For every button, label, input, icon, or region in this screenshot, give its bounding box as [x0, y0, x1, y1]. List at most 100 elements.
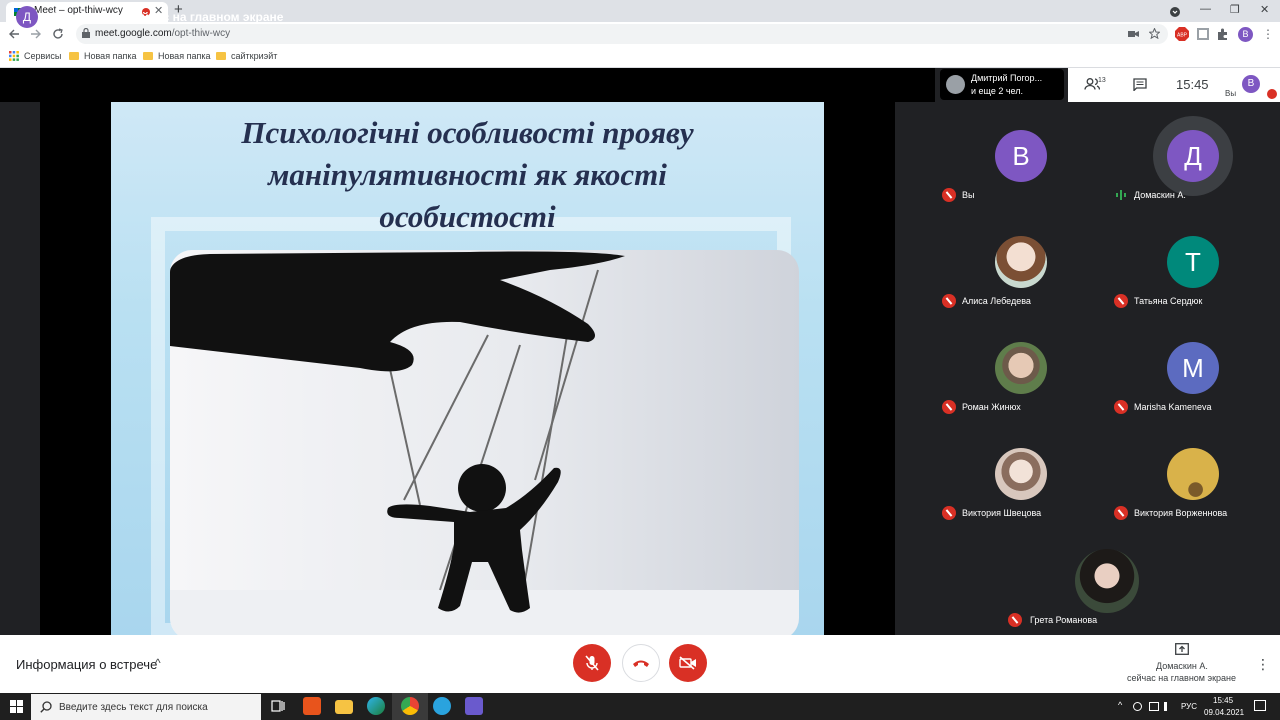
viber-app-icon[interactable] [465, 697, 483, 715]
participant-photo [1167, 448, 1219, 500]
participant-avatar: M [1167, 342, 1219, 394]
meeting-details-button[interactable]: Информация о встрече [16, 657, 157, 672]
input-language[interactable]: РУС [1181, 702, 1197, 711]
bookmark-folder-2[interactable]: Новая папка [143, 51, 210, 61]
tab-search-icon[interactable] [1170, 7, 1180, 17]
slide-title: Психологічні особливості прояву маніпуля… [111, 112, 824, 238]
profile-avatar[interactable]: В [1238, 27, 1253, 42]
participant-name: Грета Романова [1030, 615, 1098, 625]
mic-off-icon [1008, 613, 1022, 627]
browser-menu-icon[interactable]: ⋮ [1262, 27, 1274, 41]
mic-off-icon [1114, 294, 1128, 308]
notifications-icon[interactable] [1254, 700, 1266, 711]
participant-avatar: Т [1167, 236, 1219, 288]
presenter-avatar: Д [16, 6, 38, 28]
participant-photo [995, 448, 1047, 500]
bookmark-folder-3[interactable]: сайткриэйт [216, 51, 277, 61]
bookmark-star-icon[interactable] [1149, 28, 1160, 39]
bookmark-label: сайткриэйт [231, 51, 278, 61]
participant-photo [995, 342, 1047, 394]
file-explorer-icon[interactable] [335, 700, 353, 714]
folder-icon [216, 52, 226, 60]
hang-up-icon [633, 660, 649, 667]
self-mic-off-icon [1267, 89, 1277, 99]
participant-tile[interactable]: Д Домаскин А. [1112, 106, 1277, 206]
participant-tile[interactable]: Виктория Швецова [940, 424, 1105, 524]
participant-tile[interactable]: M Marisha Kameneva [1112, 318, 1277, 418]
camera-toggle-button[interactable] [669, 644, 707, 682]
camera-off-icon [679, 656, 696, 670]
lock-icon[interactable] [82, 28, 90, 38]
participant-tile[interactable]: Т Татьяна Сердюк [1112, 212, 1277, 312]
task-view-icon[interactable] [271, 700, 285, 712]
slide-title-line: Психологічні особливості прояву [241, 115, 694, 150]
puppet-hand-icon [170, 251, 799, 635]
self-avatar[interactable]: В [1242, 75, 1260, 93]
chrome-browser-icon[interactable] [401, 697, 419, 715]
slide-title-line: маніпулятивності як якості [268, 157, 667, 192]
sublime-text-app-icon[interactable] [303, 697, 321, 715]
participant-name: Домаскин А. [1134, 190, 1186, 200]
folder-icon [69, 52, 79, 60]
presentation-slide: Психологічні особливості прояву маніпуля… [111, 102, 824, 635]
volume-icon[interactable] [1164, 702, 1174, 711]
bookmark-folder-1[interactable]: Новая папка [69, 51, 136, 61]
adblock-extension-icon[interactable]: ABP [1175, 27, 1189, 41]
telegram-app-icon[interactable] [433, 697, 451, 715]
apps-grid-icon [9, 51, 19, 61]
url-path: /opt-thiw-wcy [171, 28, 231, 39]
participant-tile[interactable]: Роман Жинюх [940, 318, 1105, 418]
mic-off-icon [1114, 400, 1128, 414]
presenting-status-line-2: сейчас на главном экране [1127, 673, 1237, 683]
extension-icon[interactable] [1196, 27, 1210, 41]
address-bar[interactable]: meet.google.com/opt-thiw-wcy [76, 24, 1168, 44]
tray-overflow-icon[interactable]: ^ [1118, 700, 1122, 710]
close-window-button[interactable]: ✕ [1260, 3, 1269, 16]
participant-tile[interactable]: Грета Романова [1002, 527, 1214, 635]
slide-title-line: особистості [379, 199, 556, 234]
participant-name: Виктория Ворженнова [1134, 508, 1228, 518]
forward-icon[interactable] [30, 28, 42, 40]
mic-toggle-button[interactable] [573, 644, 611, 682]
windows-start-icon[interactable] [10, 700, 23, 713]
participant-name: Вы [962, 190, 975, 200]
folder-icon [143, 52, 153, 60]
tray-date[interactable]: 09.04.2021 [1204, 708, 1244, 717]
participant-tile[interactable]: В Вы [940, 106, 1105, 206]
url-host: meet.google.com [95, 28, 172, 39]
more-options-icon[interactable]: ⋮ [1256, 656, 1270, 673]
url-text: meet.google.com/opt-thiw-wcy [95, 28, 230, 39]
mic-off-icon [942, 188, 956, 202]
active-speakers-chip[interactable]: Дмитрий Погор... и еще 2 чел. [940, 69, 1064, 100]
edge-browser-icon[interactable] [367, 697, 385, 715]
chip-line-2: и еще 2 чел. [971, 86, 1023, 96]
back-icon[interactable] [8, 28, 20, 40]
mic-off-icon [942, 400, 956, 414]
presenting-status-line-1: Домаскин А. [1156, 661, 1208, 671]
presenter-status-text: Домаскин А. сейчас на главном экране [51, 10, 284, 24]
speaker-avatar [946, 75, 965, 94]
leave-call-button[interactable] [622, 644, 660, 682]
mic-off-icon [1114, 506, 1128, 520]
puppet-illustration [170, 250, 799, 635]
present-screen-icon[interactable] [1175, 643, 1189, 655]
participant-tile[interactable]: Виктория Ворженнова [1112, 424, 1277, 524]
chevron-up-icon[interactable]: ^ [155, 656, 161, 670]
tray-time[interactable]: 15:45 [1213, 696, 1233, 705]
chip-line-1: Дмитрий Погор... [971, 73, 1043, 83]
participant-name: Алиса Лебедева [962, 296, 1031, 306]
meeting-clock: 15:45 [1176, 77, 1209, 92]
bookmark-label: Сервисы [24, 51, 62, 61]
extensions-puzzle-icon[interactable] [1216, 27, 1230, 41]
participant-tile[interactable]: Алиса Лебедева [940, 212, 1105, 312]
tray-app-icon[interactable] [1133, 702, 1142, 711]
bookmark-apps[interactable]: Сервисы [9, 51, 61, 61]
reload-icon[interactable] [52, 28, 64, 40]
minimize-button[interactable]: — [1200, 3, 1211, 15]
taskbar-search-box[interactable]: Введите здесь текст для поиска [31, 694, 261, 720]
restore-button[interactable]: ❐ [1230, 3, 1240, 16]
people-count-badge: 13 [1098, 77, 1106, 84]
network-icon[interactable] [1149, 702, 1159, 711]
chat-icon[interactable] [1133, 78, 1147, 91]
camera-in-use-icon[interactable] [1128, 29, 1139, 39]
